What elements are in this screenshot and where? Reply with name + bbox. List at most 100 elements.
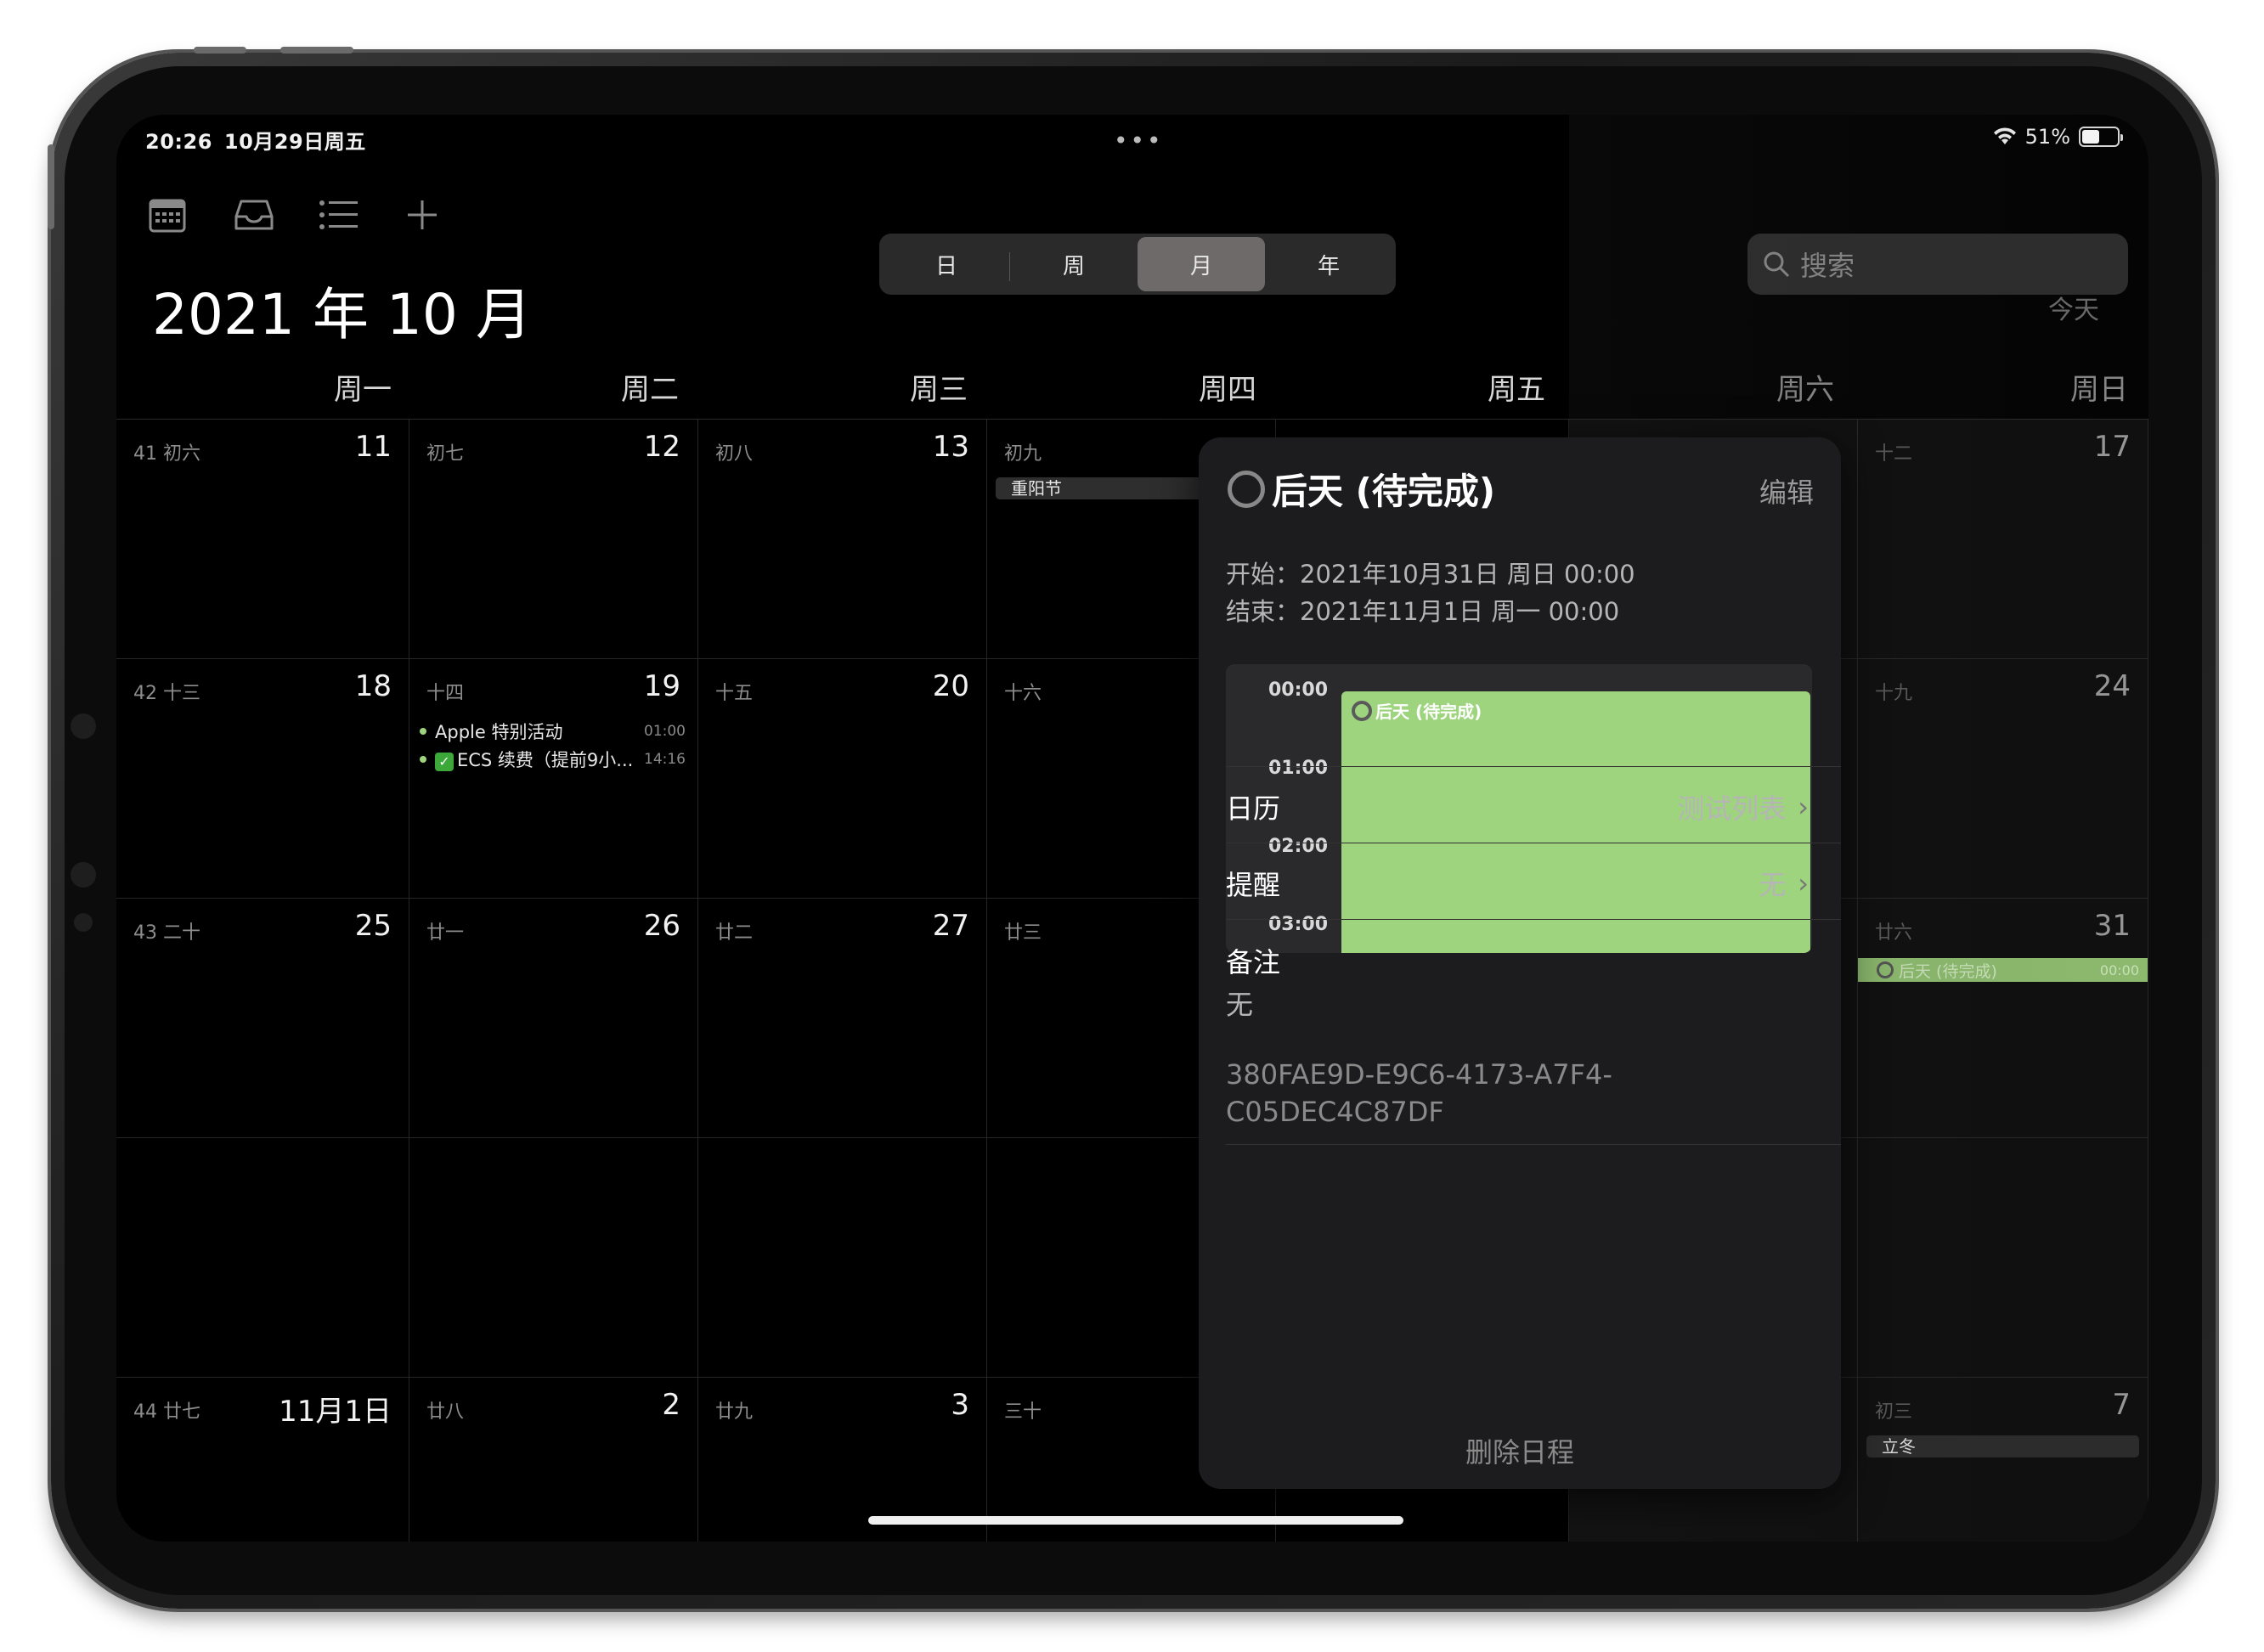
all-day-event-bar[interactable]: 后天 (待完成) 00:00 [1858, 958, 2148, 982]
event-item[interactable]: Apple 特别活动 01:00 [420, 719, 686, 744]
event-title: ✓ ECS 续费（提前9小... [435, 747, 639, 772]
battery-percent: 51% [2024, 125, 2070, 149]
todo-circle-icon [1352, 700, 1372, 721]
plus-icon[interactable] [400, 193, 444, 237]
lunar-date: 十六 [1004, 683, 1042, 704]
weekday-label: 周五 [1488, 373, 1545, 407]
lunar-date: 初九 [1004, 443, 1042, 465]
alert-value: 无 › [1759, 864, 1809, 903]
calendar-name: 测试列表 [1677, 792, 1787, 825]
inbox-icon[interactable] [232, 193, 276, 237]
popover-title: 后天 (待完成) [1228, 463, 1495, 515]
day-cell[interactable]: 初七 12 [409, 420, 698, 659]
alert-label: 提醒 [1226, 869, 1281, 901]
day-number: 25 [354, 909, 392, 943]
event-title-text: Apple 特别活动 [435, 722, 563, 742]
day-number: 19 [643, 669, 680, 703]
month-title: 2021 年 10 月 [152, 282, 532, 347]
event-time: 01:00 [644, 723, 686, 740]
lunar-date: 廿六 [1875, 922, 1913, 944]
day-cell[interactable]: 廿六 31 后天 (待完成) 00:00 [1858, 899, 2148, 1138]
side-button [48, 144, 54, 229]
holiday-event[interactable]: 立冬 [1866, 1435, 2139, 1457]
battery-fill [2082, 130, 2100, 144]
day-number: 24 [2093, 669, 2131, 703]
lunar-date: 廿三 [1004, 922, 1042, 944]
day-number: 17 [2093, 430, 2131, 464]
day-cell[interactable]: 廿二 27 [698, 899, 987, 1138]
day-number: 26 [643, 909, 680, 943]
edit-button[interactable]: 编辑 [1759, 471, 1814, 510]
day-number: 20 [932, 669, 969, 703]
day-cell[interactable]: 十二 17 [1858, 420, 2148, 659]
day-cell[interactable]: 41 初六 11 [116, 420, 409, 659]
popover-title-text: 后天 (待完成) [1272, 471, 1496, 512]
day-cell[interactable] [698, 1138, 987, 1378]
status-time: 20:26 [145, 130, 212, 154]
top-button [194, 47, 246, 54]
day-cell[interactable]: 十四 19 Apple 特别活动 01:00 ✓ ECS 续费（提前9小... 14:16 [409, 659, 698, 899]
lunar-date: 43 二十 [133, 922, 200, 944]
lunar-date: 十九 [1875, 683, 1913, 704]
checkmark-icon: ✓ [435, 753, 454, 771]
camera-dot [71, 862, 96, 888]
todo-circle-icon[interactable] [1228, 470, 1265, 508]
event-detail-popover: 后天 (待完成) 编辑 开始：2021年10月31日 周日 00:00 结束：2… [1199, 437, 1841, 1489]
segment-month[interactable]: 月 [1138, 237, 1265, 291]
alert-row[interactable]: 提醒 无 › [1226, 843, 1841, 919]
calendar-icon[interactable] [145, 193, 189, 237]
notes-value[interactable]: 无 [1226, 984, 1253, 1023]
event-title-text: ECS 续费（提前9小... [457, 750, 634, 770]
day-number: 13 [932, 430, 969, 464]
day-cell[interactable]: 44 廿七 11月1日 [116, 1378, 409, 1542]
event-item[interactable]: ✓ ECS 续费（提前9小... 14:16 [420, 747, 686, 772]
notes-label: 备注 [1226, 946, 1281, 978]
event-uuid: 380FAE9D-E9C6-4173-A7F4-C05DEC4C87DF [1226, 1058, 1612, 1128]
segment-day[interactable]: 日 [883, 237, 1010, 291]
top-button [280, 47, 353, 54]
calendar-row[interactable]: 日历 测试列表 › [1226, 766, 1841, 843]
lunar-date: 十四 [426, 683, 465, 704]
lunar-date: 初三 [1875, 1401, 1913, 1423]
lunar-date: 廿二 [715, 922, 754, 944]
search-field[interactable]: 搜索 [1747, 234, 2128, 295]
multitask-indicator[interactable]: ••• [1114, 127, 1164, 155]
event-title: 后天 (待完成) [1899, 961, 1997, 981]
day-cell[interactable] [1858, 1138, 2148, 1378]
toolbar: 日 周 月 年 搜索 [116, 174, 2148, 295]
segment-week[interactable]: 周 [1010, 237, 1138, 291]
day-number: 27 [932, 909, 969, 943]
day-cell[interactable]: 廿一 26 [409, 899, 698, 1138]
lunar-date: 41 初六 [133, 443, 200, 465]
start-time: 开始：2021年10月31日 周日 00:00 [1226, 560, 1635, 589]
day-cell[interactable] [116, 1138, 409, 1378]
status-bar: 20:26 10月29日周五 ••• 51% [116, 115, 2148, 162]
delete-divider [1226, 1144, 1841, 1145]
day-cell[interactable]: 十九 24 [1858, 659, 2148, 899]
delete-event-button[interactable]: 删除日程 [1199, 1431, 1841, 1470]
day-number: 7 [2112, 1388, 2131, 1422]
day-cell[interactable]: 初八 13 [698, 420, 987, 659]
list-icon[interactable] [317, 193, 361, 237]
home-indicator[interactable] [868, 1516, 1403, 1525]
weekday-label: 周三 [910, 373, 968, 407]
segment-year[interactable]: 年 [1265, 237, 1392, 291]
day-cell[interactable]: 初三 7 立冬 [1858, 1378, 2148, 1542]
day-number: 11月1日 [279, 1395, 392, 1429]
day-cell[interactable]: 43 二十 25 [116, 899, 409, 1138]
lunar-date: 初七 [426, 443, 465, 465]
todo-circle-icon [1877, 961, 1894, 978]
status-time-date: 20:26 10月29日周五 [145, 125, 378, 155]
weekday-label: 周日 [2070, 373, 2128, 407]
battery-icon [2079, 127, 2123, 147]
lunar-date: 廿一 [426, 922, 465, 944]
day-cell[interactable]: 42 十三 18 [116, 659, 409, 899]
day-number: 12 [643, 430, 680, 464]
today-button[interactable]: 今天 [2048, 289, 2099, 326]
event-dot [420, 728, 426, 735]
alert-value-text: 无 [1759, 869, 1787, 901]
day-cell[interactable]: 廿八 2 [409, 1378, 698, 1542]
day-cell[interactable]: 十五 20 [698, 659, 987, 899]
day-cell[interactable] [409, 1138, 698, 1378]
day-number: 31 [2093, 909, 2131, 943]
